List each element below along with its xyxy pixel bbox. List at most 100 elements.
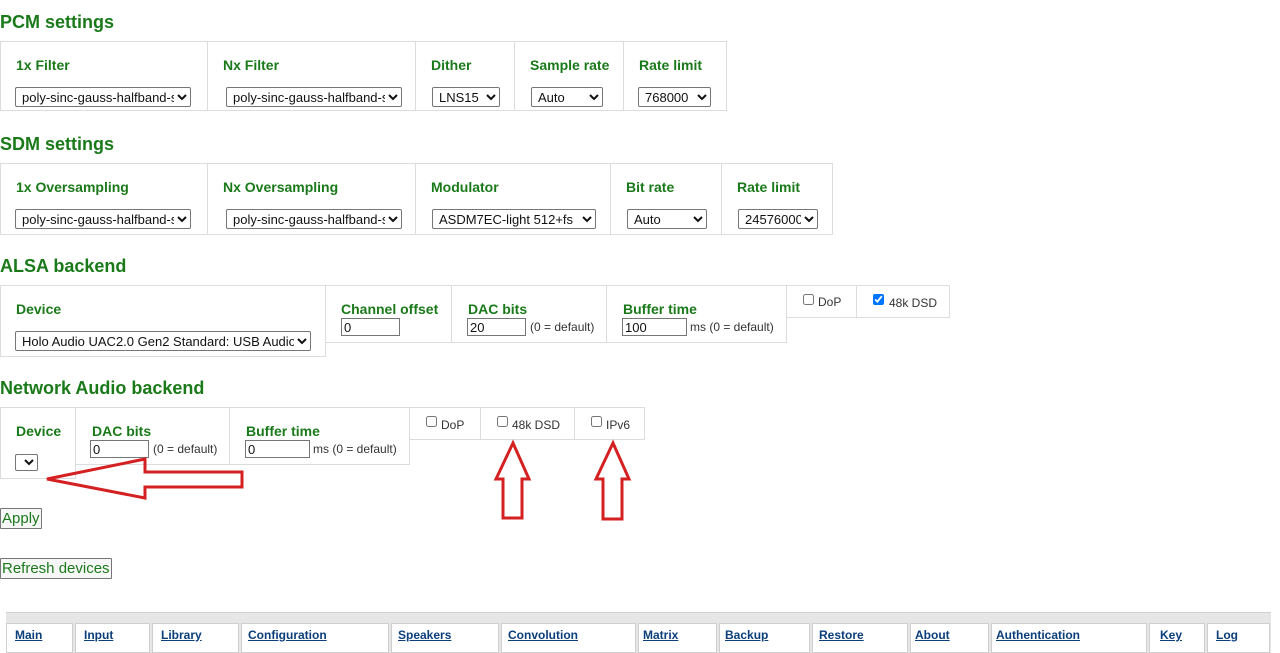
alsa-dac-bits-cell: DAC bits (0 = default) xyxy=(451,285,607,343)
pcm-1x-filter-cell: 1x Filter poly-sinc-gauss-halfband-s xyxy=(0,41,208,111)
alsa-48k-dsd-checkbox[interactable] xyxy=(873,294,884,305)
sdm-1x-oversampling-select[interactable]: poly-sinc-gauss-halfband-s xyxy=(15,209,191,229)
alsa-backend-title: ALSA backend xyxy=(0,256,127,276)
alsa-dop-label: DoP xyxy=(818,295,842,309)
up-arrow-annotation-48k-dsd xyxy=(493,439,532,520)
nav-convolution[interactable]: Convolution xyxy=(501,623,636,653)
alsa-buffer-time-cell: Buffer time ms (0 = default) xyxy=(606,285,787,343)
nav-key-link[interactable]: Key xyxy=(1160,628,1182,642)
alsa-48k-dsd-cell: 48k DSD xyxy=(856,285,950,318)
alsa-dac-bits-input[interactable] xyxy=(467,318,526,336)
network-backend-title: Network Audio backend xyxy=(0,378,205,398)
network-dac-bits-input[interactable] xyxy=(90,440,149,458)
alsa-device-select[interactable]: Holo Audio UAC2.0 Gen2 Standard: USB Aud… xyxy=(15,331,311,351)
nav-main-link[interactable]: Main xyxy=(15,628,42,642)
sdm-bit-rate-cell: Bit rate Auto xyxy=(610,163,722,235)
sdm-nx-oversampling-label: Nx Oversampling xyxy=(223,179,339,195)
pcm-nx-filter-select[interactable]: poly-sinc-gauss-halfband-s xyxy=(226,87,402,107)
sdm-bit-rate-label: Bit rate xyxy=(626,179,675,195)
nav-input-link[interactable]: Input xyxy=(84,628,113,642)
nav-restore-link[interactable]: Restore xyxy=(819,628,864,642)
nav-library[interactable]: Library xyxy=(152,623,239,653)
sdm-1x-oversampling-label: 1x Oversampling xyxy=(16,179,129,195)
alsa-channel-offset-cell: Channel offset xyxy=(325,285,452,343)
nav-convolution-link[interactable]: Convolution xyxy=(508,628,578,642)
sdm-nx-oversampling-select[interactable]: poly-sinc-gauss-halfband-s xyxy=(226,209,402,229)
pcm-nx-filter-cell: Nx Filter poly-sinc-gauss-halfband-s xyxy=(207,41,416,111)
nav-backup[interactable]: Backup xyxy=(719,623,810,653)
nav-configuration-link[interactable]: Configuration xyxy=(248,628,327,642)
pcm-rate-limit-select[interactable]: 768000 xyxy=(638,87,711,107)
network-buffer-time-label: Buffer time xyxy=(246,423,320,439)
network-device-select[interactable] xyxy=(15,454,38,471)
nav-speakers-link[interactable]: Speakers xyxy=(398,628,451,642)
nav-speakers[interactable]: Speakers xyxy=(391,623,499,653)
pcm-sample-rate-cell: Sample rate Auto xyxy=(514,41,624,111)
nav-restore[interactable]: Restore xyxy=(812,623,908,653)
sdm-settings-title: SDM settings xyxy=(0,134,115,154)
network-ipv6-cell: IPv6 xyxy=(574,407,645,440)
network-dop-label: DoP xyxy=(441,418,465,432)
alsa-buffer-time-label: Buffer time xyxy=(623,301,697,317)
pcm-1x-filter-label: 1x Filter xyxy=(16,57,70,73)
network-buffer-time-cell: Buffer time ms (0 = default) xyxy=(229,407,410,465)
sdm-modulator-cell: Modulator ASDM7EC-light 512+fs xyxy=(415,163,611,235)
sdm-bit-rate-select[interactable]: Auto xyxy=(627,209,707,229)
network-dop-checkbox[interactable] xyxy=(426,416,437,427)
sdm-rate-limit-select[interactable]: 24576000 xyxy=(738,209,818,229)
nav-matrix[interactable]: Matrix xyxy=(638,623,717,653)
sdm-modulator-label: Modulator xyxy=(431,179,499,195)
pcm-sample-rate-label: Sample rate xyxy=(530,57,610,73)
sdm-rate-limit-cell: Rate limit 24576000 xyxy=(721,163,833,235)
bottom-navigation: Main Input Library Configuration Speaker… xyxy=(6,612,1271,653)
network-ipv6-label: IPv6 xyxy=(606,418,631,432)
pcm-nx-filter-label: Nx Filter xyxy=(223,57,280,73)
nav-log-link[interactable]: Log xyxy=(1216,628,1238,642)
network-device-cell: Device xyxy=(0,407,76,479)
network-dac-bits-cell: DAC bits (0 = default) xyxy=(75,407,230,465)
pcm-sample-rate-select[interactable]: Auto xyxy=(531,87,603,107)
alsa-dac-bits-label: DAC bits xyxy=(468,301,528,317)
alsa-dop-checkbox[interactable] xyxy=(803,294,814,305)
pcm-dither-cell: Dither LNS15 xyxy=(415,41,515,111)
nav-backup-link[interactable]: Backup xyxy=(725,628,768,642)
alsa-channel-offset-label: Channel offset xyxy=(341,301,439,317)
nav-input[interactable]: Input xyxy=(75,623,150,653)
sdm-nx-oversampling-cell: Nx Oversampling poly-sinc-gauss-halfband… xyxy=(207,163,416,235)
network-ipv6-checkbox[interactable] xyxy=(591,416,602,427)
sdm-rate-limit-label: Rate limit xyxy=(737,179,801,195)
refresh-devices-button[interactable]: Refresh devices xyxy=(0,558,112,579)
apply-button[interactable]: Apply xyxy=(0,508,42,529)
network-dac-bits-hint: (0 = default) xyxy=(153,442,218,456)
up-arrow-annotation-ipv6 xyxy=(593,439,632,521)
pcm-dither-label: Dither xyxy=(431,57,472,73)
network-48k-dsd-checkbox[interactable] xyxy=(497,416,508,427)
nav-key[interactable]: Key xyxy=(1149,623,1205,653)
nav-main[interactable]: Main xyxy=(6,623,73,653)
pcm-dither-select[interactable]: LNS15 xyxy=(432,87,500,107)
nav-about[interactable]: About xyxy=(910,623,989,653)
nav-matrix-link[interactable]: Matrix xyxy=(643,628,678,642)
alsa-dac-bits-hint: (0 = default) xyxy=(530,320,595,334)
nav-authentication[interactable]: Authentication xyxy=(991,623,1147,653)
nav-authentication-link[interactable]: Authentication xyxy=(996,628,1080,642)
alsa-device-label: Device xyxy=(16,301,62,317)
sdm-1x-oversampling-cell: 1x Oversampling poly-sinc-gauss-halfband… xyxy=(0,163,208,235)
network-dac-bits-label: DAC bits xyxy=(92,423,152,439)
alsa-channel-offset-input[interactable] xyxy=(341,318,400,336)
alsa-device-cell: Device Holo Audio UAC2.0 Gen2 Standard: … xyxy=(0,285,326,357)
pcm-settings-title: PCM settings xyxy=(0,12,115,32)
pcm-1x-filter-select[interactable]: poly-sinc-gauss-halfband-s xyxy=(15,87,191,107)
network-48k-dsd-label: 48k DSD xyxy=(512,418,561,432)
network-dop-cell: DoP xyxy=(409,407,481,440)
pcm-rate-limit-label: Rate limit xyxy=(639,57,703,73)
sdm-modulator-select[interactable]: ASDM7EC-light 512+fs xyxy=(432,209,596,229)
nav-library-link[interactable]: Library xyxy=(161,628,202,642)
nav-configuration[interactable]: Configuration xyxy=(241,623,389,653)
network-buffer-time-input[interactable] xyxy=(245,440,310,458)
alsa-buffer-time-input[interactable] xyxy=(622,318,687,336)
nav-log[interactable]: Log xyxy=(1207,623,1270,653)
network-device-label: Device xyxy=(16,423,62,439)
nav-about-link[interactable]: About xyxy=(915,628,950,642)
alsa-dop-cell: DoP xyxy=(786,285,857,318)
